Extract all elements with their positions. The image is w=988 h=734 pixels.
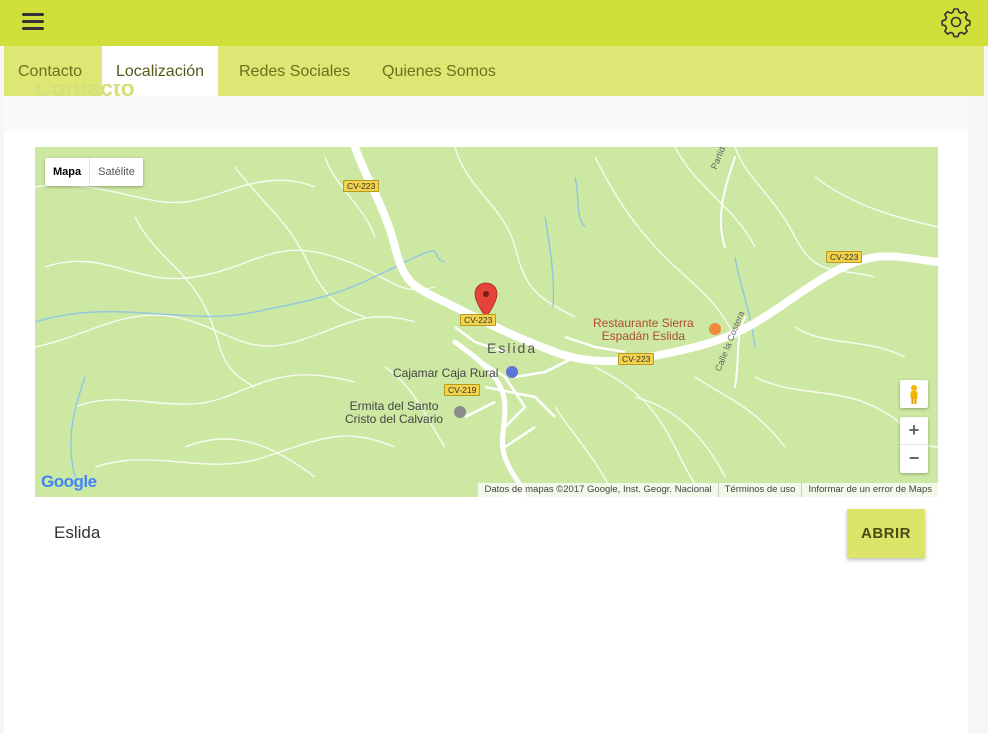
road-shield: CV-223 <box>460 314 497 326</box>
map-type-map-button[interactable]: Mapa <box>45 158 89 186</box>
pegman-button[interactable] <box>900 380 928 408</box>
map-view[interactable]: Mapa Satélite CV-223 CV-223 CV-223 CV-22… <box>35 147 938 497</box>
app-toolbar <box>0 0 988 46</box>
zoom-control: + − <box>900 417 928 473</box>
road-shield: CV-219 <box>444 384 481 396</box>
tab-bar: Contacto Localización Redes Sociales Qui… <box>4 46 984 96</box>
map-label-bank: Cajamar Caja Rural <box>393 366 499 380</box>
google-logo[interactable]: Google <box>41 472 97 492</box>
menu-icon[interactable] <box>22 13 44 31</box>
terms-link[interactable]: Términos de uso <box>717 483 802 497</box>
zoom-in-button[interactable]: + <box>900 417 928 445</box>
map-data-attribution: Datos de mapas ©2017 Google, Inst. Geogr… <box>484 484 712 495</box>
road-shield: CV-223 <box>343 180 380 192</box>
place-name: Eslida <box>54 523 101 542</box>
map-attribution: Datos de mapas ©2017 Google, Inst. Geogr… <box>478 483 938 497</box>
map-label-hermitage: Ermita del Santo Cristo del Calvario <box>345 399 444 426</box>
road-shield: CV-223 <box>618 353 655 365</box>
map-label-restaurant: Restaurante Sierra Espadán Eslida <box>593 316 694 343</box>
pegman-icon <box>910 385 918 404</box>
tab-redes-sociales[interactable]: Redes Sociales <box>225 46 364 96</box>
map-type-control: Mapa Satélite <box>45 158 143 186</box>
report-error-link[interactable]: Informar de un error de Maps <box>801 483 938 497</box>
map-marker-icon[interactable] <box>474 282 498 318</box>
church-icon <box>454 406 466 418</box>
map-label-town: Eslida <box>487 340 538 356</box>
map-type-satellite-button[interactable]: Satélite <box>89 158 143 186</box>
tab-quienes-somos[interactable]: Quienes Somos <box>368 46 510 96</box>
zoom-out-button[interactable]: − <box>900 445 928 473</box>
card-header <box>4 96 968 132</box>
content-card: Contacto Mapa Satélite CV-223 CV-223 CV-… <box>4 84 968 734</box>
page-title: Contacto <box>35 84 135 101</box>
open-button[interactable]: ABRIR <box>847 509 925 558</box>
bank-icon <box>506 366 518 378</box>
restaurant-icon <box>709 323 721 335</box>
road-shield: CV-223 <box>826 251 863 263</box>
gear-icon[interactable] <box>940 6 972 38</box>
